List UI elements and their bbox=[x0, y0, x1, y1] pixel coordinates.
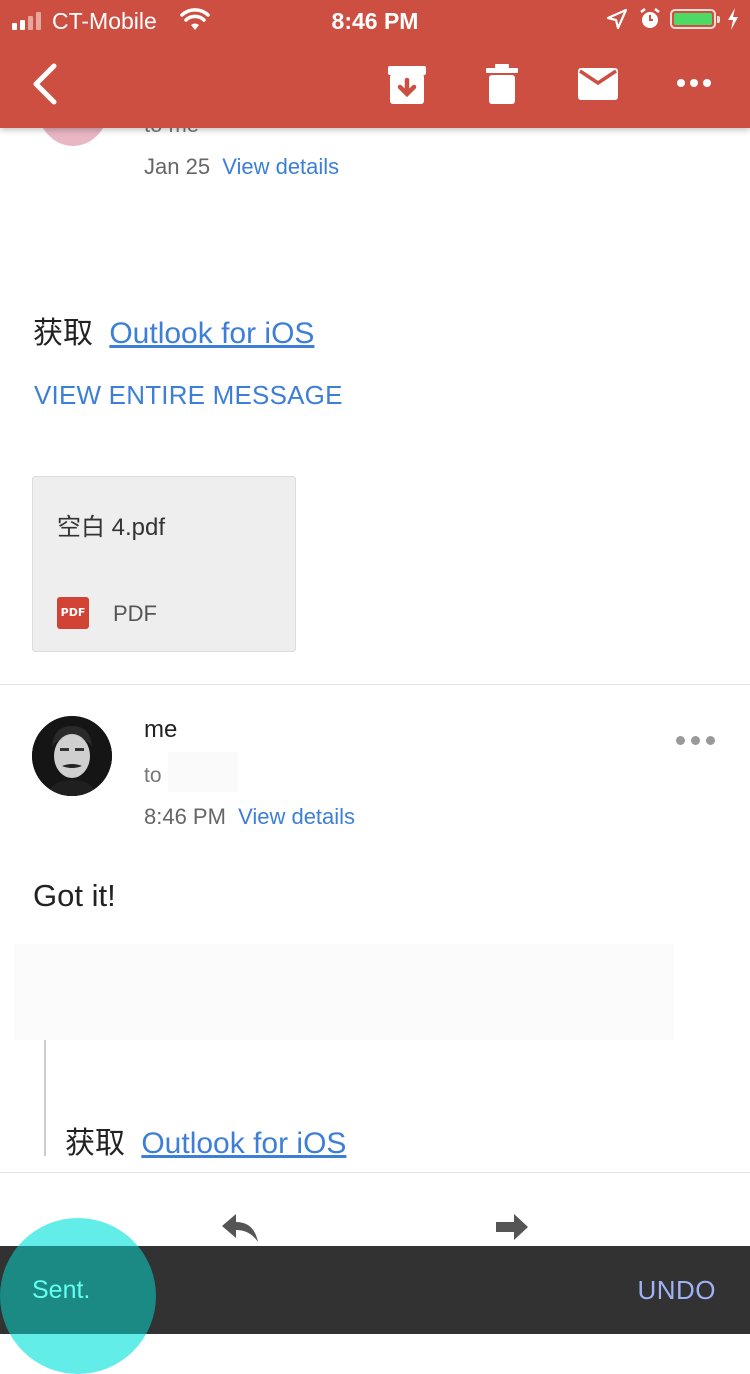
more-icon[interactable] bbox=[676, 78, 712, 88]
quote-bar bbox=[44, 1040, 46, 1156]
attachment-card[interactable]: 空白 4.pdf PDF PDF bbox=[32, 476, 296, 652]
pdf-icon: PDF bbox=[57, 597, 89, 629]
attachment-name: 空白 4.pdf bbox=[57, 514, 166, 541]
undo-button[interactable]: UNDO bbox=[637, 1275, 716, 1306]
attachment-type: PDF bbox=[113, 601, 157, 626]
message-date: Jan 25 bbox=[144, 154, 211, 179]
trash-icon[interactable] bbox=[486, 64, 518, 104]
view-entire-message-link[interactable]: VIEW ENTIRE MESSAGE bbox=[34, 380, 343, 411]
sender-name: me bbox=[144, 716, 178, 743]
redacted-content bbox=[14, 944, 674, 1040]
actions-divider bbox=[0, 1172, 750, 1173]
avatar[interactable] bbox=[32, 716, 112, 796]
quoted-outlook-link[interactable]: Outlook for iOS bbox=[141, 1127, 346, 1160]
quoted-signature-line: 获取 Outlook for iOS bbox=[65, 1118, 346, 1162]
snackbar: Sent. UNDO bbox=[0, 1246, 750, 1334]
outlook-link[interactable]: Outlook for iOS bbox=[109, 317, 314, 350]
charging-icon bbox=[728, 8, 738, 30]
recipient-line: to bbox=[144, 764, 162, 787]
signature-prefix: 获取 bbox=[33, 317, 93, 350]
view-details-link[interactable]: View details bbox=[238, 804, 355, 829]
alarm-icon bbox=[640, 8, 660, 28]
message-divider bbox=[0, 684, 750, 685]
status-bar: CT-Mobile 8:46 PM bbox=[0, 0, 750, 40]
message-more-icon[interactable] bbox=[676, 736, 716, 746]
reply-icon[interactable] bbox=[220, 1212, 260, 1244]
message-time: 8:46 PM bbox=[144, 804, 226, 829]
mail-icon[interactable] bbox=[578, 68, 618, 100]
forward-icon[interactable] bbox=[494, 1212, 530, 1244]
status-time: 8:46 PM bbox=[331, 8, 419, 34]
signature-line: 获取 Outlook for iOS bbox=[33, 308, 314, 352]
snackbar-message: Sent. bbox=[32, 1276, 91, 1304]
quoted-prefix: 获取 bbox=[65, 1127, 125, 1160]
archive-icon[interactable] bbox=[388, 66, 426, 104]
redacted-recipient bbox=[168, 752, 238, 792]
message-body: Got it! bbox=[33, 878, 116, 913]
location-icon bbox=[606, 8, 628, 30]
view-details-link[interactable]: View details bbox=[222, 154, 339, 179]
back-arrow-icon[interactable] bbox=[28, 62, 62, 106]
top-app-bar: CT-Mobile 8:46 PM bbox=[0, 0, 750, 128]
battery-icon bbox=[670, 9, 720, 29]
